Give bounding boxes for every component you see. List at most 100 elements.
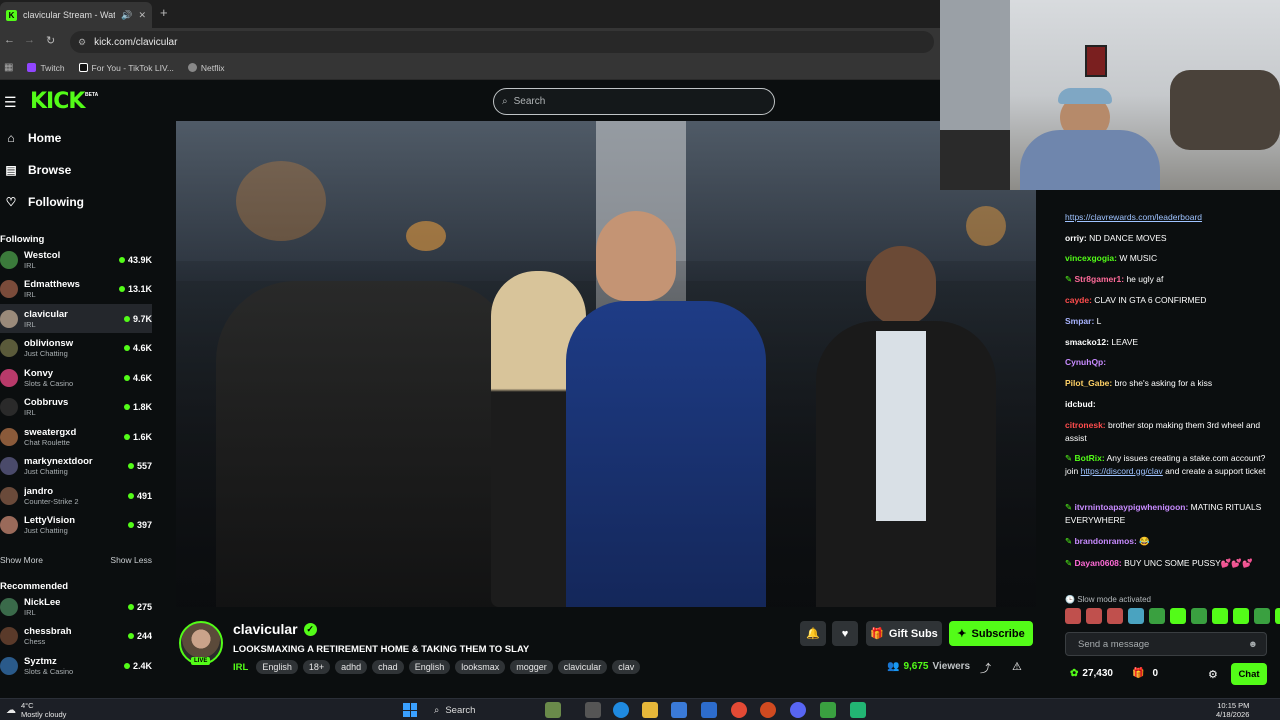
channel-points[interactable]: ✿ 27,430	[1070, 668, 1113, 679]
discord-icon[interactable]	[790, 702, 806, 718]
sidebar-channel[interactable]: LettyVision Just Chatting 397	[0, 511, 152, 540]
sidebar-channel[interactable]: Syztmz Slots & Casino 2.4K	[0, 651, 152, 680]
sidebar-channel[interactable]: chessbrah Chess 244	[0, 622, 152, 651]
task-view-icon[interactable]	[585, 702, 601, 718]
chat-username[interactable]: Pilot_Gabe:	[1065, 378, 1112, 388]
bookmark-twitch[interactable]: Twitch	[27, 63, 65, 73]
stream-tag[interactable]: English	[256, 660, 298, 674]
emoji-picker-icon[interactable]: ☻	[1248, 639, 1258, 650]
chat-username[interactable]: BotRix:	[1074, 453, 1104, 463]
stream-tag[interactable]: 18+	[302, 660, 331, 674]
sidebar-channel[interactable]: markynextdoor Just Chatting 557	[0, 452, 152, 481]
stream-tag[interactable]: chad	[372, 660, 404, 674]
stream-tag[interactable]: looksmax	[455, 660, 506, 674]
chat-message-input[interactable]: Send a message ☻	[1065, 632, 1267, 656]
chat-username[interactable]: CynuhQp:	[1065, 357, 1106, 367]
gift-counter[interactable]: 🎁 0	[1132, 668, 1158, 679]
forward-icon[interactable]: →	[24, 34, 35, 46]
bookmark-netflix[interactable]: Netflix	[187, 63, 225, 73]
sidebar-channel[interactable]: NickLee IRL 275	[0, 592, 152, 621]
sidebar-channel[interactable]: Konvy Slots & Casino 4.6K	[0, 363, 152, 392]
show-more-button[interactable]: Show More	[0, 555, 43, 565]
emote-icon[interactable]	[1065, 608, 1081, 624]
chat-link[interactable]: https://clavrewards.com/leaderboard	[1065, 212, 1202, 222]
edge-icon[interactable]	[613, 702, 629, 718]
chrome-icon[interactable]	[731, 702, 747, 718]
emote-icon[interactable]	[1128, 608, 1144, 624]
emote-icon[interactable]	[1191, 608, 1207, 624]
store-icon[interactable]	[671, 702, 687, 718]
new-tab-button[interactable]: +	[160, 5, 168, 20]
sidebar-channel[interactable]: Cobbruvs IRL 1.8K	[0, 393, 152, 422]
apps-icon[interactable]: ▦	[4, 62, 13, 73]
mail-icon[interactable]	[701, 702, 717, 718]
chat-username[interactable]: vincexgogia:	[1065, 253, 1117, 263]
category-link[interactable]: IRL	[233, 662, 248, 673]
emote-icon[interactable]	[1107, 608, 1123, 624]
sidebar-channel[interactable]: oblivionsw Just Chatting 4.6K	[0, 334, 152, 363]
app-icon[interactable]	[850, 702, 866, 718]
emote-icon[interactable]	[1233, 608, 1249, 624]
sidebar-channel[interactable]: sweatergxd Chat Roulette 1.6K	[0, 422, 152, 451]
sidebar-channel[interactable]: jandro Counter-Strike 2 491	[0, 481, 152, 510]
reload-icon[interactable]: ↻	[46, 34, 55, 47]
emote-icon[interactable]	[1254, 608, 1270, 624]
stream-tag[interactable]: adhd	[335, 660, 368, 674]
nav-following[interactable]: ♡ Following	[4, 190, 84, 214]
url-field[interactable]: ⚙ kick.com/clavicular	[70, 31, 934, 53]
show-less-button[interactable]: Show Less	[110, 555, 152, 565]
kick-logo[interactable]: KICK	[30, 89, 85, 114]
chat-username[interactable]: cayde:	[1065, 295, 1092, 305]
stream-tag[interactable]: mogger	[510, 660, 553, 674]
browser-tab[interactable]: K clavicular Stream - Watch L 🔊 ✕	[0, 2, 152, 28]
chat-username[interactable]: Dayan0608:	[1074, 558, 1121, 568]
windows-start-icon[interactable]	[403, 703, 417, 717]
gift-subs-button[interactable]: 🎁 Gift Subs	[866, 621, 942, 646]
obs-icon[interactable]	[760, 702, 776, 718]
system-clock[interactable]: 10:15 PM 4/18/2026	[1216, 701, 1249, 719]
chat-username[interactable]: citronesk:	[1065, 420, 1106, 430]
mute-icon[interactable]: 🔊	[121, 10, 132, 21]
sidebar-channel[interactable]: Edmatthews IRL 13.1K	[0, 275, 152, 304]
site-info-icon[interactable]: ⚙	[78, 37, 86, 48]
chat-username[interactable]: Smpar:	[1065, 316, 1094, 326]
subscribe-button[interactable]: ✦ Subscribe	[949, 621, 1033, 646]
chat-link[interactable]: https://discord.gg/clav	[1081, 466, 1163, 476]
xbox-icon[interactable]	[820, 702, 836, 718]
report-icon[interactable]: ⚠	[1012, 660, 1022, 673]
weather-widget[interactable]: ☁ 4°C Mostly cloudy	[6, 701, 66, 719]
chat-username[interactable]: smacko12:	[1065, 337, 1109, 347]
chat-username[interactable]: brandonramos:	[1074, 536, 1136, 546]
share-icon[interactable]: ⤴	[980, 660, 991, 676]
chat-username[interactable]: orriy:	[1065, 233, 1087, 243]
back-icon[interactable]: ←	[4, 34, 15, 46]
file-explorer-icon[interactable]	[642, 702, 658, 718]
emote-icon[interactable]	[1275, 608, 1280, 624]
chat-send-button[interactable]: Chat	[1231, 663, 1267, 685]
emote-icon[interactable]	[1149, 608, 1165, 624]
channel-avatar-icon	[0, 627, 18, 645]
emote-icon[interactable]	[1170, 608, 1186, 624]
emote-icon[interactable]	[1212, 608, 1228, 624]
chat-username[interactable]: Str8gamer1:	[1074, 274, 1124, 284]
follow-heart-icon[interactable]: ♥	[832, 621, 858, 646]
stream-tag[interactable]: clavicular	[557, 660, 608, 674]
widgets-icon[interactable]	[545, 702, 561, 718]
sidebar-channel[interactable]: clavicular IRL 9.7K	[0, 304, 152, 333]
stream-tag[interactable]: English	[408, 660, 451, 674]
sidebar-channel[interactable]: Westcol IRL 43.9K	[0, 245, 152, 274]
nav-browse[interactable]: ▤ Browse	[4, 158, 71, 182]
chat-username[interactable]: itvrnintoapaypigwhenigoon:	[1074, 502, 1188, 512]
emote-icon[interactable]	[1086, 608, 1102, 624]
chat-settings-icon[interactable]: ⚙	[1208, 668, 1218, 681]
chat-username[interactable]: idcbud:	[1065, 399, 1096, 409]
video-player[interactable]	[176, 121, 1036, 607]
notification-bell-icon[interactable]: 🔔	[800, 621, 826, 646]
menu-icon[interactable]: ☰	[4, 94, 17, 111]
close-icon[interactable]: ✕	[138, 10, 146, 21]
stream-tag[interactable]: clav	[612, 660, 641, 674]
search-input[interactable]: ⌕ Search	[493, 88, 775, 115]
channel-name[interactable]: clavicular	[233, 621, 298, 637]
nav-home[interactable]: ⌂ Home	[4, 126, 61, 150]
bookmark-tiktok[interactable]: For You - TikTok LIV...	[78, 63, 174, 73]
